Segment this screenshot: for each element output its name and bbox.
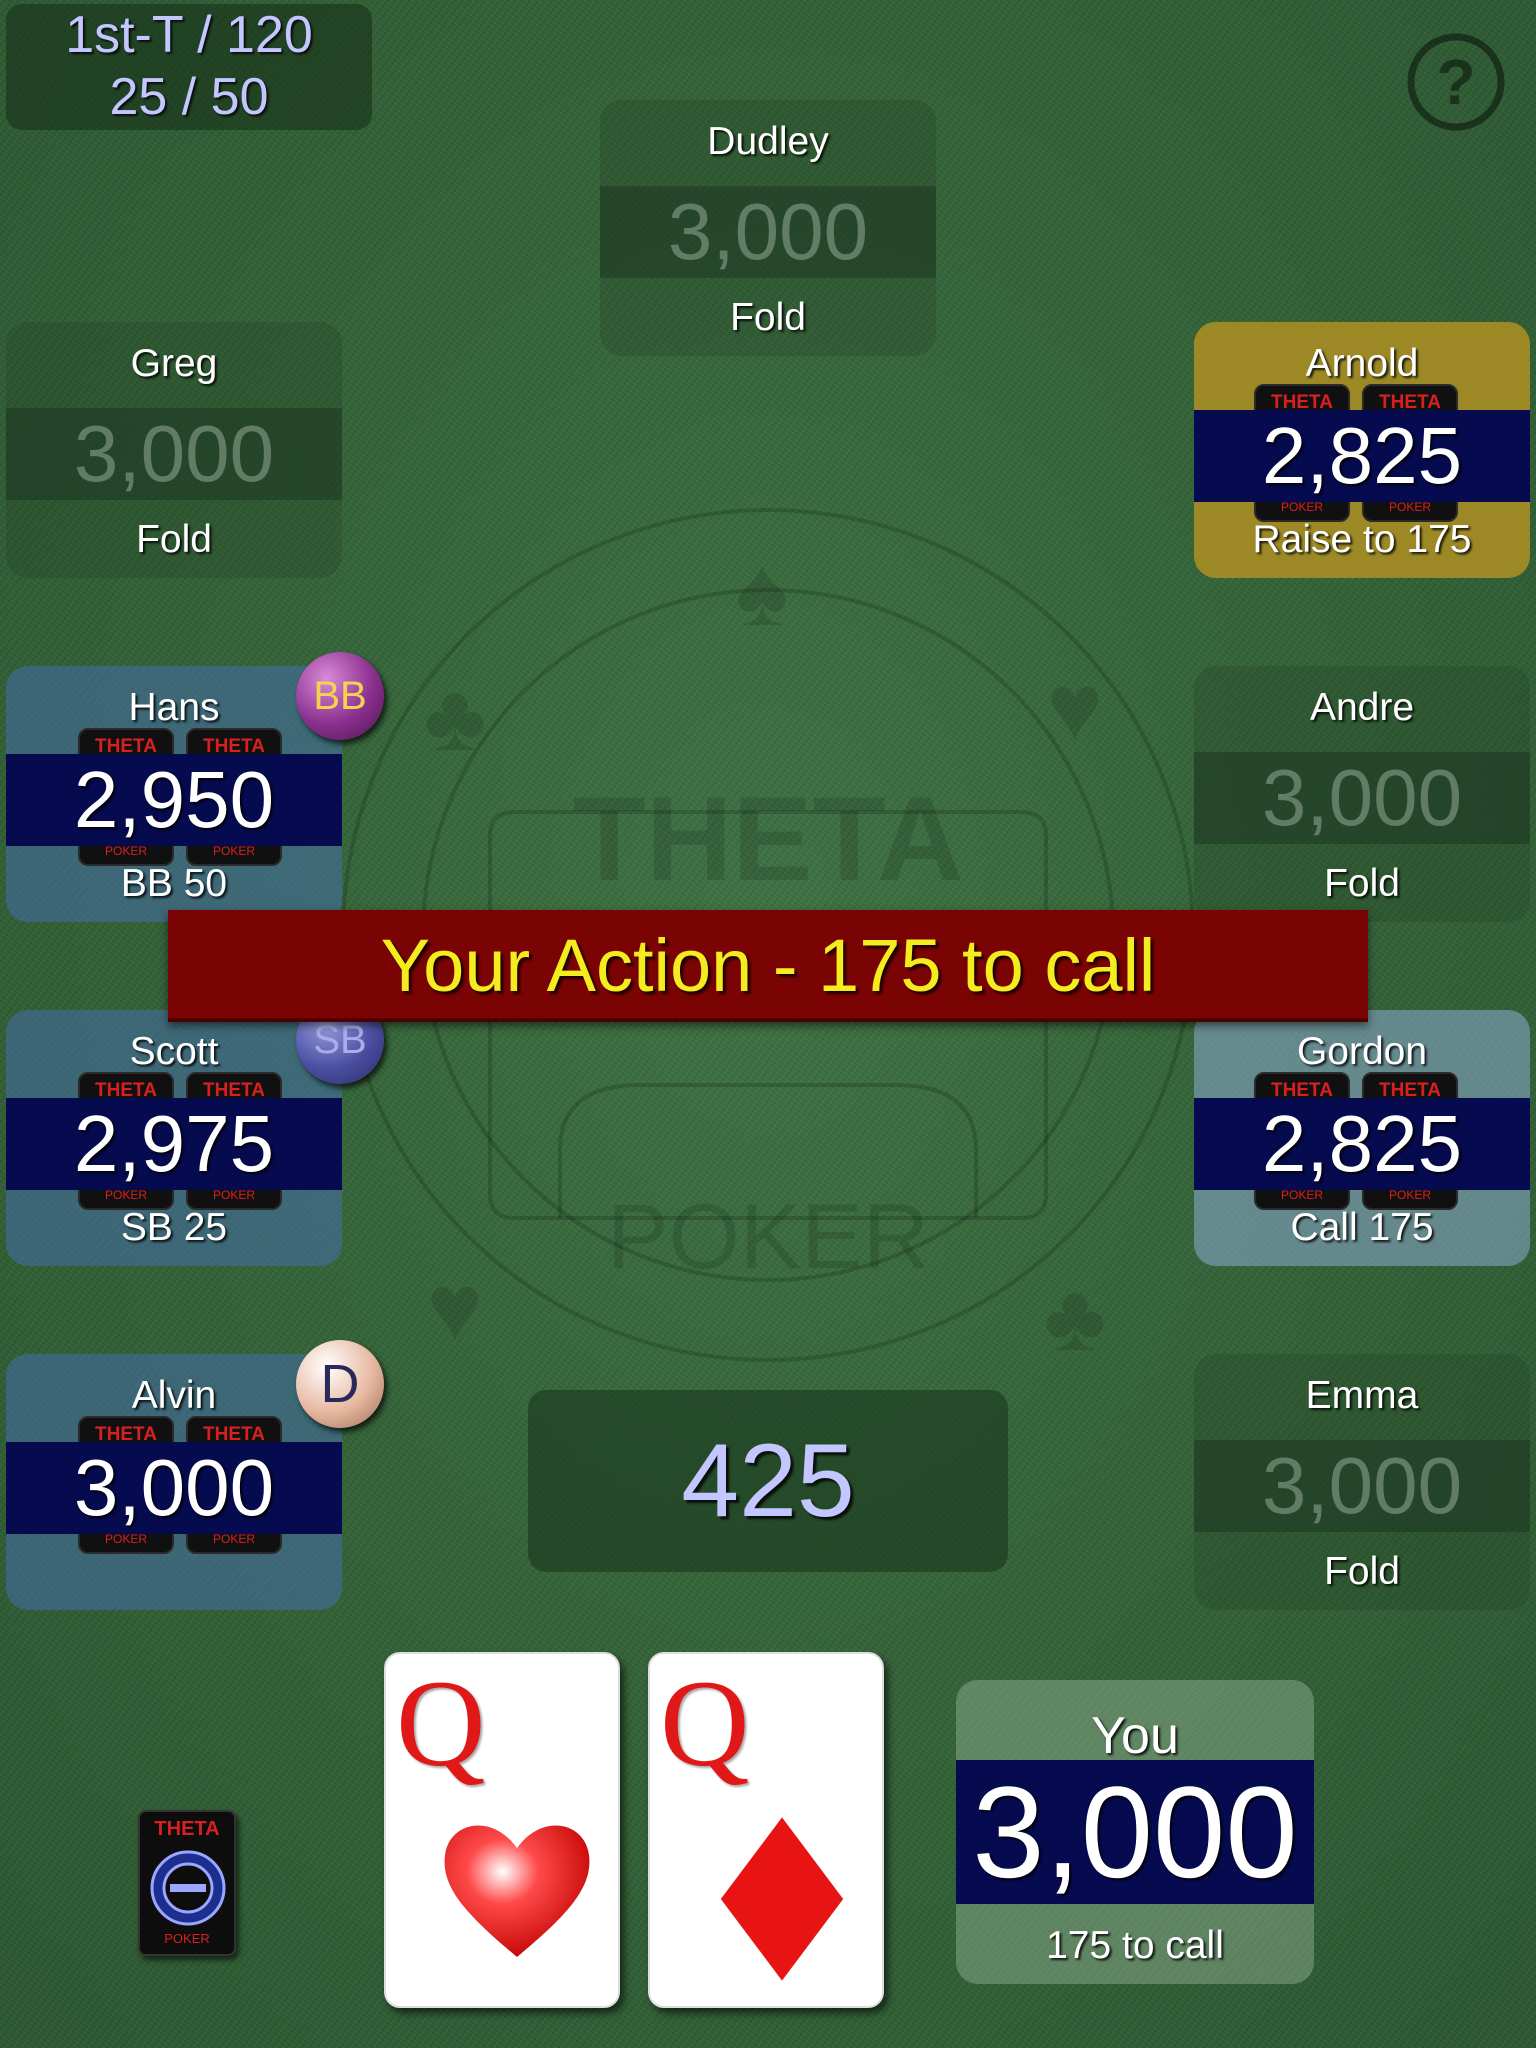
hero-card-queen-of-hearts: Q [384, 1652, 620, 2008]
dealer-button: D [296, 1340, 384, 1428]
svg-text:♣: ♣ [424, 665, 486, 771]
action-banner: Your Action - 175 to call [168, 910, 1368, 1022]
player-name: Gordon [1296, 1030, 1428, 1073]
big-blind-button: BB [296, 652, 384, 740]
player-stack: 2,825 [1194, 1098, 1530, 1190]
tournament-level: 1st-T / 120 [65, 6, 313, 64]
player-name: Greg [130, 342, 218, 385]
blind-level-box: 1st-T / 120 25 / 50 [6, 4, 372, 130]
pot-amount: 425 [528, 1390, 1008, 1572]
seat-arnold: Arnold THETA POKER THETA POKER 2,825 Raise… [1194, 322, 1530, 578]
player-action: Fold [1324, 862, 1400, 905]
svg-text:POKER: POKER [607, 1186, 929, 1288]
deck-brand-top: THETA [154, 1818, 220, 1840]
svg-text:♣: ♣ [1044, 1265, 1106, 1371]
player-action: 175 to call [1046, 1924, 1224, 1967]
seat-emma: Emma 3,000 Fold [1194, 1354, 1530, 1610]
player-action: SB 25 [120, 1206, 228, 1249]
player-stack: 2,825 [1194, 410, 1530, 502]
player-action: Fold [730, 296, 806, 339]
theta-logo-icon [150, 1850, 226, 1926]
player-action: Raise to 175 [1252, 518, 1472, 561]
player-stack: 3,000 [1194, 752, 1530, 844]
player-stack: 3,000 [6, 1442, 342, 1534]
seat-andre: Andre 3,000 Fold [1194, 666, 1530, 922]
player-action: BB 50 [120, 862, 228, 905]
player-name: Andre [1309, 686, 1415, 729]
svg-text:♠: ♠ [735, 535, 788, 647]
player-action: Call 175 [1290, 1206, 1434, 1249]
deck-icon[interactable]: THETA POKER [138, 1810, 236, 1956]
seat-gordon: Gordon THETA POKER THETA POKER 2,825 Call … [1194, 1010, 1530, 1266]
player-name: Alvin [131, 1374, 217, 1417]
player-name: Dudley [707, 120, 829, 163]
seat-alvin: Alvin THETA POKER THETA POKER 3,000 [6, 1354, 342, 1610]
player-action: Fold [1324, 1550, 1400, 1593]
deck-brand-bottom: POKER [164, 1931, 210, 1946]
seat-greg: Greg 3,000 Fold [6, 322, 342, 578]
player-stack: 2,975 [6, 1098, 342, 1190]
svg-text:♥: ♥ [427, 1255, 483, 1361]
help-glyph: ? [1436, 46, 1475, 118]
player-action: Fold [136, 518, 212, 561]
player-stack: 3,000 [600, 186, 936, 278]
card-rank: Q [396, 1655, 486, 1792]
heart-suit-icon [444, 1825, 590, 1957]
player-name: Arnold [1305, 342, 1419, 385]
seat-dudley: Dudley 3,000 Fold [600, 100, 936, 356]
svg-text:THETA: THETA [572, 772, 963, 906]
player-name: Emma [1305, 1374, 1419, 1417]
blinds-amount: 25 / 50 [109, 68, 269, 126]
help-icon[interactable]: ? [1404, 30, 1508, 134]
player-stack: 3,000 [956, 1760, 1314, 1904]
seat-scott: Scott THETA POKER THETA POKER 2,975 SB 25 [6, 1010, 342, 1266]
player-stack: 3,000 [6, 408, 342, 500]
hero-card-queen-of-diamonds: Q [648, 1652, 884, 2008]
diamond-suit-icon [720, 1817, 844, 1981]
player-name: Scott [129, 1030, 219, 1073]
player-name: You [1091, 1707, 1179, 1765]
seat-hans: Hans THETA POKER THETA POKER 2,950 BB 50 [6, 666, 342, 922]
player-name: Hans [128, 686, 220, 729]
card-rank: Q [660, 1655, 750, 1792]
player-stack: 2,950 [6, 754, 342, 846]
player-stack: 3,000 [1194, 1440, 1530, 1532]
svg-text:♥: ♥ [1047, 655, 1103, 761]
seat-you: You 3,000 175 to call [956, 1680, 1314, 1984]
